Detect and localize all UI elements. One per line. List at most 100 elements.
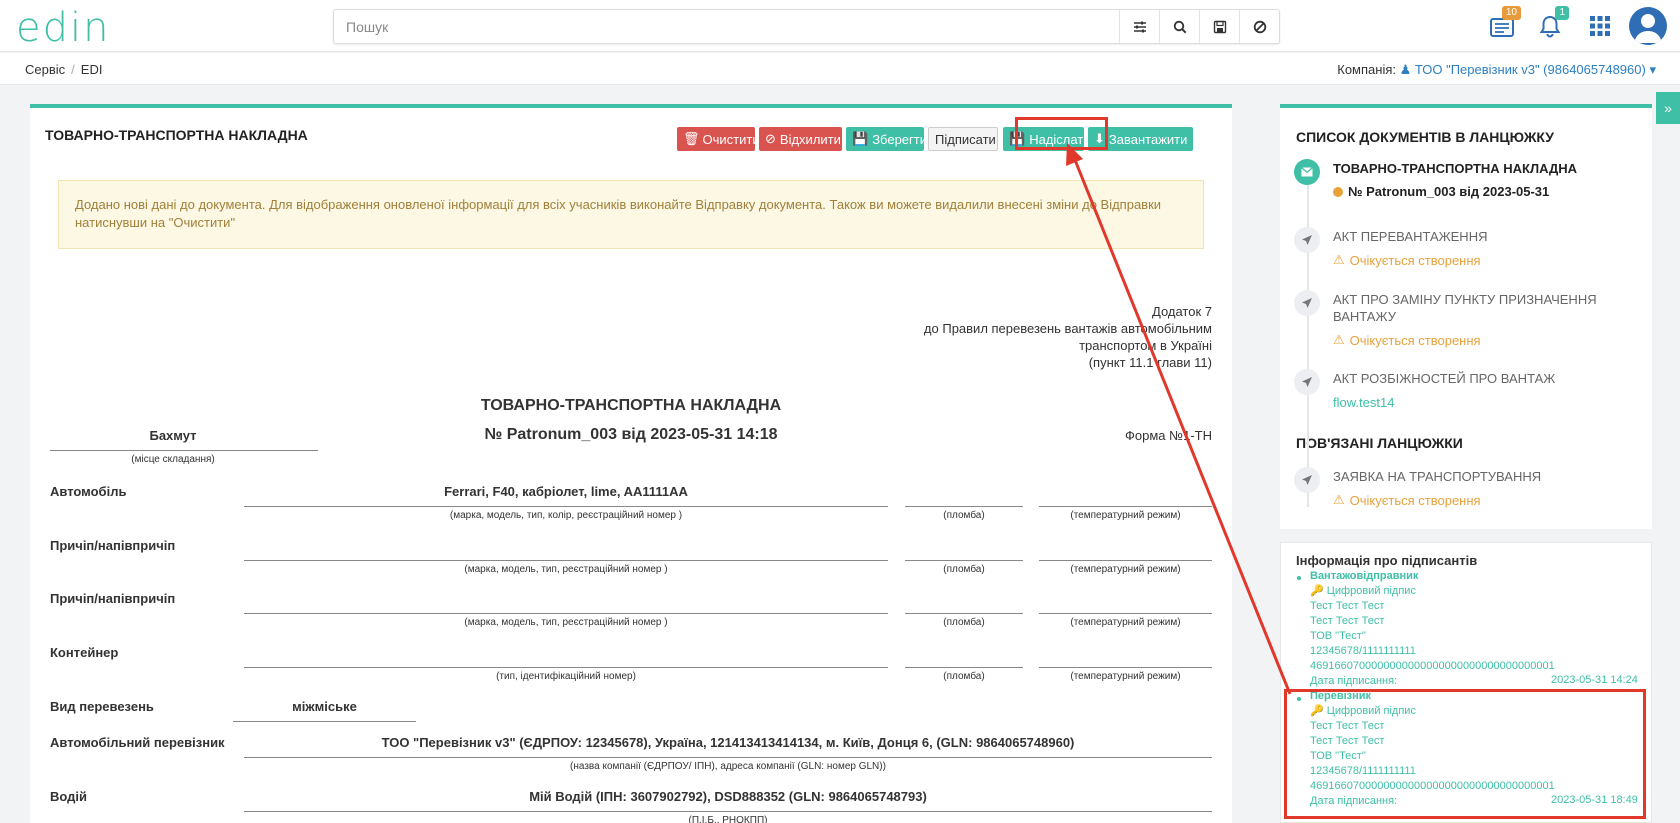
form-code: Форма №1-ТН [1125,428,1212,443]
company-label: Компанія: [1337,62,1396,77]
company-selector[interactable]: Компанія: ♟ ТОО "Перевізник v3" (9864065… [1337,62,1656,78]
chain-item-3-title-cont[interactable]: ВАНТАЖУ [1333,309,1396,324]
trailer-1-label: Причіп/напівпричіп [50,538,176,553]
chevron-down-icon[interactable]: ▾ [1649,62,1656,77]
driver-caption: (П.І.Б., РНОКПП) [688,815,768,823]
chain-item-4-title[interactable]: АКТ РОЗБІЖНОСТЕЙ ПРО ВАНТАЖ [1333,371,1555,386]
related-title: ПОВ'ЯЗАНІ ЛАНЦЮЖКИ [1296,435,1463,451]
car-seal-caption: (пломба) [943,510,985,521]
status-dot [1333,186,1343,197]
save-button[interactable]: 💾 Зберегти [846,127,927,151]
trailer-2-seal-caption: (пломба) [943,617,985,628]
trailer-2-temp-caption: (температурний режим) [1070,617,1181,628]
chain-item-1-title[interactable]: ТОВАРНО-ТРАНСПОРТНА НАКЛАДНА [1333,161,1577,176]
documents-icon[interactable]: 10 [1485,6,1521,42]
send-icon [1294,369,1320,395]
appendix-line-3: транспортом в Україні [1079,338,1212,353]
car-caption: (марка, модель, тип, колір, реєстраційни… [449,510,683,521]
driver-label: Водій [50,789,88,804]
place-value: Бахмут [149,428,197,443]
send-button-highlight [1015,117,1108,150]
send-icon [1294,290,1320,316]
appendix-line-1: Додаток 7 [1152,304,1212,319]
breadcrumb-bar: Сервіс / EDI Компанія: ♟ ТОО "Перевізник v… [0,53,1680,85]
trash-icon: 🗑 [683,131,700,146]
driver-value: Мій Водій (ІПН: 3607902792), DSD888352 (… [529,789,927,804]
app-logo[interactable]: edin [16,6,110,50]
search-input[interactable] [334,10,1114,43]
carrier-label: Автомобільний перевізник [50,735,225,750]
trailer-2-label: Причіп/напівпричіп [50,591,176,606]
appendix-line-2: до Правил перевезень вантажів автомобіль… [923,321,1212,336]
documents-badge: 10 [1501,6,1521,20]
signer-1-date-label: Дата підписання: [1310,675,1398,687]
user-icon: ♟ [1399,62,1412,77]
search-icon[interactable] [1159,10,1199,43]
clear-button[interactable]: 🗑 Очистити [677,127,760,151]
signer-1-code: 12345678/1111111111 [1310,645,1416,657]
info-alert: Додано нові дані до документа. Для відоб… [58,180,1204,249]
chain-item-3-title[interactable]: АКТ ПРО ЗАМІНУ ПУНКТУ ПРИЗНАЧЕННЯ [1333,292,1597,307]
carrier-signature-highlight [1284,689,1646,819]
chain-item-4-status[interactable]: flow.test14 [1333,395,1394,410]
chain-title: СПИСОК ДОКУМЕНТІВ В ЛАНЦЮЖКУ [1296,129,1554,145]
related-item-1-status: ⚠ Очікується створення [1333,492,1481,508]
send-icon [1294,227,1320,253]
save-search-icon[interactable] [1199,10,1239,43]
car-label: Автомобіль [50,484,127,499]
transport-type-label: Вид перевезень [50,699,154,714]
floppy-icon: 💾 [852,131,869,146]
container-temp-caption: (температурний режим) [1070,671,1181,682]
collapse-sidebar-icon[interactable]: » [1656,92,1680,124]
sign-button[interactable]: Підписати [928,127,998,151]
breadcrumb-service[interactable]: Сервіс [25,62,65,77]
bell-icon[interactable]: 1 [1533,6,1569,42]
warning-icon: ⚠ [1333,332,1345,347]
signer-1-line2: Тест Тест Тест [1310,615,1385,627]
chain-item-2-status: ⚠ Очікується створення [1333,252,1481,268]
warning-icon: ⚠ [1333,252,1345,267]
company-name[interactable]: ТОО "Перевізник v3" (9864065748960) [1415,62,1646,77]
document-header-title: ТОВАРНО-ТРАНСПОРТНА НАКЛАДНА [45,127,308,143]
trailer-2-caption: (марка, модель, тип, реєстраційний номер… [464,617,668,628]
signer-1-role: Вантажовідправник [1310,570,1419,582]
search-bar [333,9,1280,44]
filter-settings-icon[interactable] [1119,10,1159,43]
transport-type-value: міжміське [292,699,357,714]
breadcrumb: Сервіс / EDI [25,62,103,77]
form-title: ТОВАРНО-ТРАНСПОРТНА НАКЛАДНА [480,397,782,414]
signer-1-signature: 🔑 Цифровий підпис [1310,585,1416,597]
ban-icon: ⊘ [765,131,776,146]
trailer-1-temp-caption: (температурний режим) [1070,564,1181,575]
trailer-1-seal-caption: (пломба) [943,564,985,575]
appendix-line-4: (пункт 11.1 глави 11) [1088,355,1212,370]
send-icon [1294,467,1320,493]
apps-grid-icon[interactable] [1583,10,1617,42]
clear-search-icon[interactable] [1239,10,1279,43]
breadcrumb-edi[interactable]: EDI [81,62,103,77]
container-caption: (тип, ідентифікаційний номер) [496,671,636,682]
related-item-1-title[interactable]: ЗАЯВКА НА ТРАНСПОРТУВАННЯ [1333,469,1541,484]
car-value: Ferrari, F40, кабріолет, lime, AA1111AA [444,484,688,499]
signer-1-line1: Тест Тест Тест [1310,600,1385,612]
trailer-1-caption: (марка, модель, тип, реєстраційний номер… [464,564,668,575]
envelope-icon [1294,159,1320,185]
chain-item-3-status: ⚠ Очікується створення [1333,332,1481,348]
signer-1-org: ТОВ "Тест" [1310,630,1366,642]
container-seal-caption: (пломба) [943,671,985,682]
key-icon: 🔑 [1310,585,1324,597]
chain-item-1-status: № Patronum_003 від 2023-05-31 [1333,184,1549,199]
signers-title: Інформація про підписантів [1296,553,1478,568]
warning-icon: ⚠ [1333,492,1345,507]
carrier-value: ТОО "Перевізник v3" (ЄДРПОУ: 12345678), … [381,735,1075,750]
reject-button[interactable]: ⊘ Відхилити [759,127,842,151]
place-caption: (місце складання) [131,454,215,465]
top-bar: edin 10 1 [0,0,1680,52]
carrier-caption: (назва компанії (ЄДРПОУ/ ІПН), адреса ко… [570,761,886,772]
signer-1-date: 2023-05-31 14:24 [1551,674,1638,686]
car-temp-caption: (температурний режим) [1070,510,1181,521]
container-label: Контейнер [50,645,119,660]
chain-item-2-title[interactable]: АКТ ПЕРЕВАНТАЖЕННЯ [1333,229,1487,244]
document-card: ТОВАРНО-ТРАНСПОРТНА НАКЛАДНА 🗑 Очистити ⊘… [30,104,1232,823]
user-avatar[interactable] [1629,7,1667,45]
